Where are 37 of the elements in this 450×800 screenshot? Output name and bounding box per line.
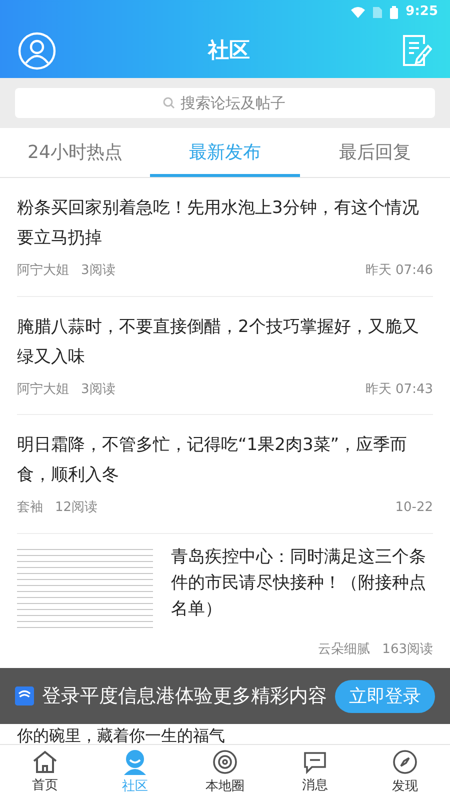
read-count: 12阅读 [55,499,98,517]
nav-tab[interactable]: 首页 [0,745,90,800]
page-title: 社区 [208,37,250,64]
sim-icon [372,6,382,18]
post-title[interactable]: 青岛疾控中心：同时满足这三个条件的市民请尽快接种！（附接种点名单） [171,544,433,632]
post-title: 你的碗里，藏着你一生的福气 [17,726,225,744]
nav-tab[interactable]: 消息 [270,745,360,800]
tab[interactable]: 24小时热点 [0,128,150,177]
search-icon [163,97,175,109]
read-count: 3阅读 [81,380,116,398]
login-prompt: 登录平度信息港体验更多精彩内容 [42,684,327,709]
author-name: 云朵细腻 [318,640,370,658]
post-time: 10-22 [395,499,433,517]
target-icon [212,748,238,775]
search-field[interactable]: 搜索论坛及帖子 [15,88,435,118]
chat-icon [302,750,328,774]
read-count: 163阅读 [382,640,433,658]
compass-icon [392,748,418,775]
post-title[interactable]: 粉条买回家别着急吃！先用水泡上3分钟，有这个情况要立马扔掉 [17,193,433,253]
app-logo-icon [15,684,34,708]
author-name: 套袖 [17,499,43,517]
nav-tab[interactable]: 本地圈 [180,745,270,800]
battery-icon [390,6,398,18]
nav-tab[interactable]: 发现 [360,745,450,800]
home-icon [32,750,58,774]
read-count: 3阅读 [81,262,116,280]
compose-icon[interactable] [402,34,432,68]
status-time: 9:25 [406,3,438,22]
author-name: 阿宁大姐 [17,380,69,398]
author-name: 阿宁大姐 [17,262,69,280]
post-title[interactable]: 腌腊八蒜时，不要直接倒醋，2个技巧掌握好，又脆又绿又入味 [17,312,433,372]
wifi-icon [350,6,365,18]
post-time: 昨天 07:43 [365,380,433,398]
post-title[interactable]: 明日霜降，不管多忙，记得吃“1果2肉3菜”，应季而食，顺利入冬 [17,430,433,490]
tab[interactable]: 最后回复 [300,128,450,177]
post-time: 昨天 07:46 [365,262,433,280]
profile-icon[interactable] [18,32,56,70]
